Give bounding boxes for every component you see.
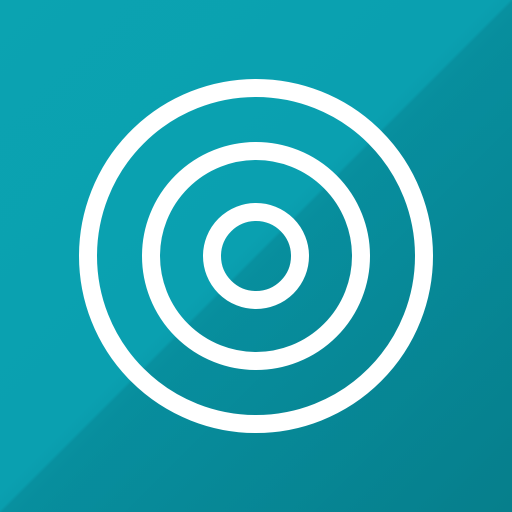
outer-ring (79, 79, 433, 433)
app-icon (0, 0, 512, 512)
middle-ring (142, 142, 370, 370)
inner-ring (203, 203, 309, 309)
target-rings-icon (79, 79, 433, 433)
